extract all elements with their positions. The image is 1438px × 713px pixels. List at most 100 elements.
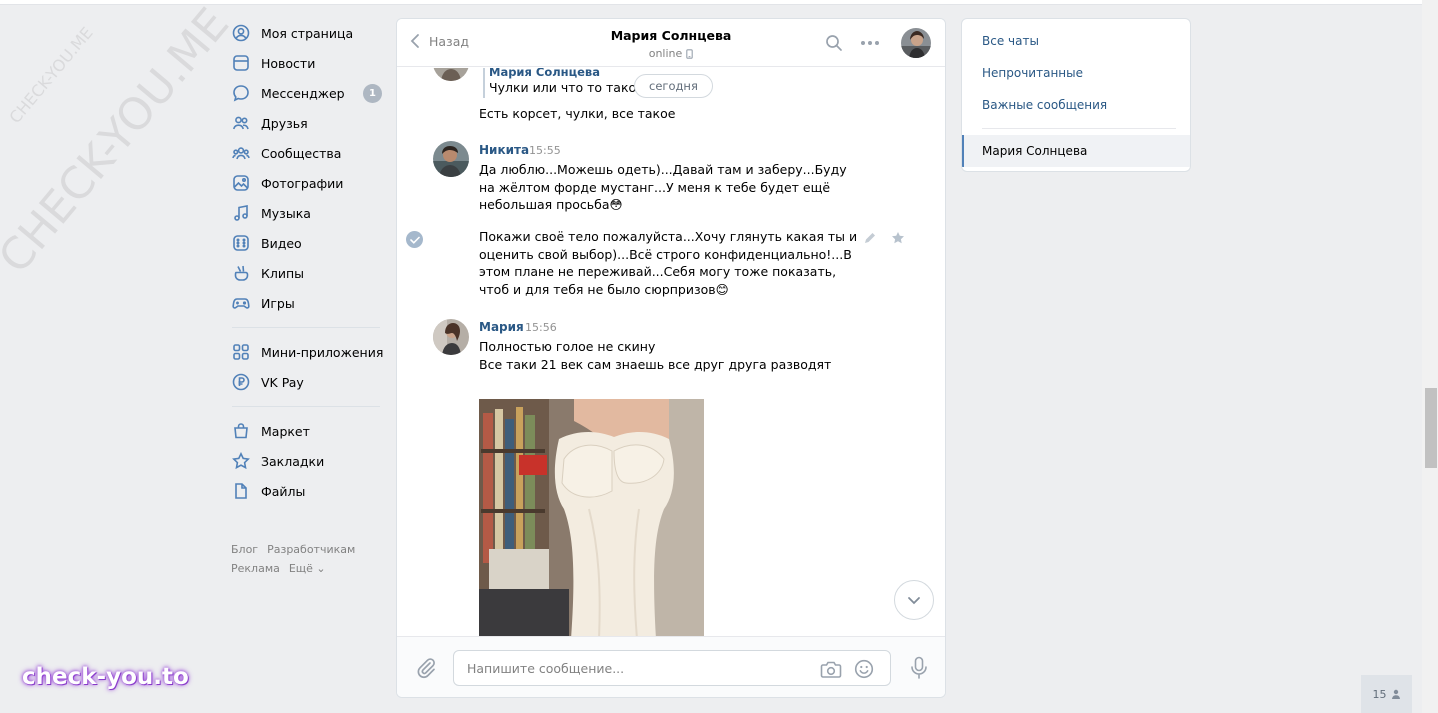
message-text: Все таки 21 век сам знаешь все друг друг…	[479, 357, 832, 372]
online-status: online	[648, 47, 683, 60]
gamepad-icon	[232, 294, 250, 312]
chevron-down-icon	[908, 596, 920, 604]
sidebar-item-messenger[interactable]: Мессенджер 1	[222, 78, 382, 108]
footer-link-developers[interactable]: Разработчикам	[267, 543, 355, 556]
top-strip	[0, 0, 1422, 5]
sidebar-item-label: VK Pay	[261, 374, 304, 390]
footer-link-more[interactable]: Ещё ⌄	[289, 562, 326, 575]
filter-unread[interactable]: Непрочитанные	[982, 66, 1083, 80]
clips-icon	[232, 264, 250, 282]
sidebar-item-label: Музыка	[261, 205, 311, 221]
emoji-smile-icon[interactable]	[854, 659, 874, 679]
more-options-icon[interactable]	[860, 33, 880, 53]
sidebar-item-games[interactable]: Игры	[222, 288, 382, 318]
brand-watermark: check-you.to	[22, 664, 189, 690]
sidebar-item-label: Друзья	[261, 115, 308, 131]
footer-link-blog[interactable]: Блог	[231, 543, 258, 556]
sidebar-item-mini-apps[interactable]: Мини-приложения	[222, 337, 384, 367]
microphone-icon[interactable]	[909, 656, 929, 680]
chat-header: Назад Мария Солнцева online	[397, 19, 945, 67]
date-separator: сегодня	[634, 74, 713, 98]
sidebar-item-label: Моя страница	[261, 25, 354, 41]
scrollbar-thumb[interactable]	[1425, 388, 1437, 468]
message-composer	[397, 636, 945, 697]
footer-links: Блог Разработчикам Реклама Ещё ⌄	[231, 540, 381, 578]
ruble-icon	[232, 373, 250, 391]
paperclip-icon[interactable]	[415, 657, 437, 679]
sidebar-item-label: Файлы	[261, 483, 306, 499]
message-photo-attachment[interactable]	[479, 399, 704, 636]
footer-link-ads[interactable]: Реклама	[231, 562, 280, 575]
sidebar-item-label: Мессенджер	[261, 85, 345, 101]
message-avatar[interactable]	[433, 319, 469, 355]
online-count: 15	[1372, 687, 1387, 701]
mobile-icon	[686, 48, 694, 59]
photo-icon	[232, 174, 250, 192]
music-note-icon	[232, 204, 250, 222]
message-avatar[interactable]	[433, 68, 469, 81]
message-history[interactable]: Мария Солнцева Чулки или что то такое се…	[397, 68, 945, 636]
sidebar-item-music[interactable]: Музыка	[222, 198, 382, 228]
message-selected-check-icon[interactable]	[406, 231, 423, 248]
sidebar-item-files[interactable]: Файлы	[222, 476, 382, 506]
sidebar-item-friends[interactable]: Друзья	[222, 108, 382, 138]
user-circle-icon	[232, 24, 250, 42]
message-time[interactable]: 15:56	[525, 321, 557, 334]
message-avatar[interactable]	[433, 141, 469, 177]
sidebar-item-label: Клипы	[261, 265, 305, 281]
watermark-small: CHECK-YOU.ME	[5, 23, 97, 127]
sidebar-item-my-page[interactable]: Моя страница	[222, 18, 382, 48]
sidebar-item-communities[interactable]: Сообщества	[222, 138, 382, 168]
sidebar-item-photos[interactable]: Фотографии	[222, 168, 382, 198]
sidebar-item-vk-pay[interactable]: VK Pay	[222, 367, 382, 397]
sidebar-divider	[232, 406, 380, 407]
message-text: Полностью голое не скину	[479, 339, 656, 354]
sidebar-item-bookmarks[interactable]: Закладки	[222, 446, 382, 476]
reply-quote-bar	[483, 68, 485, 98]
newspaper-icon	[232, 54, 250, 72]
filter-important[interactable]: Важные сообщения	[982, 98, 1107, 112]
scroll-to-bottom-button[interactable]	[894, 580, 934, 620]
messenger-unread-badge: 1	[363, 84, 382, 103]
filter-divider	[982, 128, 1176, 129]
sidebar-item-label: Закладки	[261, 453, 325, 469]
friends-icon	[232, 114, 250, 132]
watermark-large: CHECK-YOU.ME	[0, 0, 240, 283]
online-friends-button[interactable]: 15	[1361, 675, 1412, 713]
message-text: Есть корсет, чулки, все такое	[479, 106, 676, 121]
sidebar-item-label: Новости	[261, 55, 316, 71]
message-input-box[interactable]	[453, 650, 891, 686]
sidebar-item-video[interactable]: Видео	[222, 228, 382, 258]
page-scrollbar[interactable]	[1422, 0, 1438, 713]
sidebar-item-news[interactable]: Новости	[222, 48, 382, 78]
sidebar-item-label: Маркет	[261, 423, 310, 439]
message-time[interactable]: 15:55	[529, 144, 561, 157]
message-author[interactable]: Никита	[479, 143, 529, 157]
sidebar-item-label: Фотографии	[261, 175, 344, 191]
peer-avatar[interactable]	[901, 28, 931, 58]
sidebar-item-market[interactable]: Маркет	[222, 416, 382, 446]
sidebar-item-label: Игры	[261, 295, 295, 311]
left-sidebar: Моя страница Новости Мессенджер 1 Друзья…	[222, 18, 384, 506]
active-chat-item[interactable]: Мария Солнцева	[962, 135, 1190, 167]
grid-icon	[232, 343, 250, 361]
message-input[interactable]	[454, 651, 804, 685]
edit-pencil-icon[interactable]	[863, 231, 877, 245]
sidebar-item-clips[interactable]: Клипы	[222, 258, 382, 288]
camera-icon[interactable]	[820, 659, 842, 679]
reply-author[interactable]: Мария Солнцева	[489, 68, 600, 79]
star-icon	[232, 452, 250, 470]
sidebar-item-label: Видео	[261, 235, 302, 251]
message-author[interactable]: Мария	[479, 320, 524, 334]
file-icon	[232, 482, 250, 500]
filter-all-chats[interactable]: Все чаты	[982, 34, 1039, 48]
chat-window: Назад Мария Солнцева online Мария Солнце…	[396, 18, 946, 698]
communities-icon	[232, 144, 250, 162]
sidebar-item-label: Сообщества	[261, 145, 342, 161]
chat-bubble-icon	[232, 84, 250, 102]
search-icon[interactable]	[824, 33, 844, 53]
sidebar-item-label: Мини-приложения	[261, 344, 384, 360]
favorite-star-icon[interactable]	[891, 231, 905, 245]
video-icon	[232, 234, 250, 252]
message-text: Да люблю...Можешь одеть)...Давай там и з…	[479, 162, 847, 212]
